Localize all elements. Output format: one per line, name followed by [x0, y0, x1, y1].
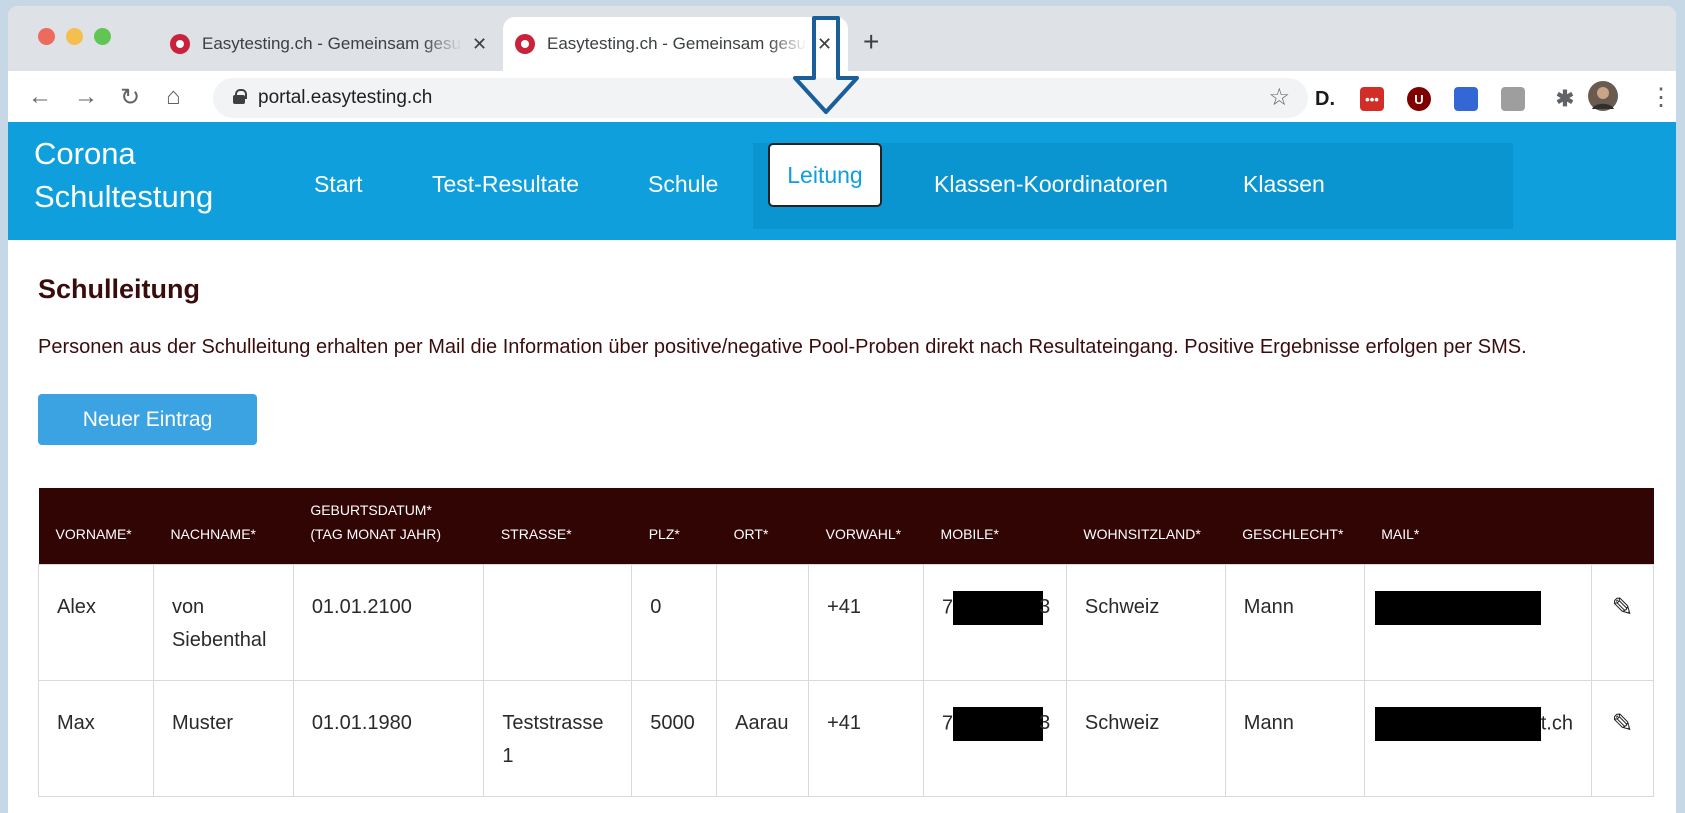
mobile-prefix: 7 — [942, 711, 954, 734]
tab-title: Easytesting.ch - Gemeinsam gesund — [202, 34, 462, 53]
col-wohnsitzland: WOHNSITZLAND* — [1083, 525, 1201, 542]
redaction-block — [953, 590, 1044, 625]
minimize-window-button[interactable] — [66, 28, 83, 45]
nav-leitung-active[interactable]: Leitung — [768, 143, 882, 207]
cell-nachname: von Siebenthal — [152, 563, 294, 681]
tab-title: Easytesting.ch - Gemeinsam gesund — [547, 34, 807, 53]
easytesting-favicon-icon — [170, 34, 190, 54]
brand-line-2: Schultestung — [34, 179, 214, 214]
col-actions — [1591, 488, 1653, 564]
main-content: Schulleitung Personen aus der Schulleitu… — [38, 274, 1658, 797]
lastpass-extension-icon[interactable]: ••• — [1360, 87, 1384, 111]
tab-close-icon[interactable]: ✕ — [472, 34, 487, 55]
bookmark-extension-icon[interactable] — [1454, 87, 1478, 111]
address-bar[interactable]: portal.easytesting.ch ☆ — [213, 78, 1308, 118]
brand-logo-text[interactable]: Corona Schultestung — [34, 132, 213, 218]
cell-vorwahl: +41 — [808, 679, 925, 797]
avatar[interactable] — [1588, 81, 1618, 118]
cell-geschlecht: Mann — [1224, 563, 1365, 681]
cell-geburtsdatum: 01.01.1980 — [292, 679, 485, 797]
cell-vorname: Max — [38, 679, 154, 797]
brand-line-1: Corona — [34, 136, 136, 171]
annotation-arrow-icon — [793, 16, 859, 114]
mail-suffix: t.ch — [1540, 711, 1573, 734]
bookmark-star-icon[interactable]: ☆ — [1268, 83, 1290, 112]
col-geburtsdatum-line1: GEBURTSDATUM* — [310, 501, 432, 518]
ublock-extension-icon[interactable]: U — [1407, 87, 1431, 111]
browser-window: Easytesting.ch - Gemeinsam gesund ✕ Easy… — [8, 6, 1676, 813]
cell-nachname: Muster — [152, 679, 294, 797]
url-text[interactable]: portal.easytesting.ch — [258, 87, 432, 109]
close-window-button[interactable] — [38, 28, 55, 45]
lock-icon — [233, 89, 247, 104]
col-ort: ORT* — [733, 525, 769, 542]
nav-klassen[interactable]: Klassen — [1243, 171, 1325, 198]
table-row: Alex von Siebenthal 01.01.2100 0 +41 73 … — [38, 563, 1655, 681]
cell-plz: 5000 — [631, 679, 718, 797]
col-strasse: STRASSE* — [500, 525, 572, 542]
table-header-row: VORNAME* NACHNAME* GEBURTSDATUM* (TAG MO… — [38, 488, 1654, 564]
new-tab-button[interactable]: + — [863, 26, 879, 58]
page-title: Schulleitung — [38, 274, 200, 304]
home-icon[interactable]: ⌂ — [166, 83, 181, 111]
cell-vorwahl: +41 — [808, 563, 925, 681]
edit-pencil-icon[interactable]: ✎ — [1612, 592, 1634, 622]
easytesting-favicon-icon — [515, 34, 535, 54]
cell-strasse — [483, 563, 633, 681]
cell-geschlecht: Mann — [1224, 679, 1365, 797]
forward-icon[interactable]: → — [74, 83, 98, 111]
redaction-block — [1374, 706, 1541, 741]
puzzle-extension-icon[interactable]: ✱ — [1553, 86, 1577, 111]
cell-land: Schweiz — [1065, 563, 1226, 681]
chrome-menu-icon[interactable]: ⋮ — [1649, 83, 1673, 112]
maximize-window-button[interactable] — [94, 28, 111, 45]
back-icon[interactable]: ← — [28, 83, 52, 111]
nav-klassen-koordinatoren[interactable]: Klassen-Koordinatoren — [934, 171, 1168, 198]
cell-actions: ✎ — [1590, 679, 1655, 797]
cell-mobile: 73 — [923, 563, 1067, 681]
redaction-block — [1374, 590, 1541, 625]
cell-plz: 0 — [631, 563, 718, 681]
new-entry-button[interactable]: Neuer Eintrag — [38, 394, 257, 445]
nav-start[interactable]: Start — [314, 171, 363, 198]
nav-test-resultate[interactable]: Test-Resultate — [432, 171, 579, 198]
col-geschlecht: GESCHLECHT* — [1242, 525, 1344, 542]
col-geburtsdatum-line2: (TAG MONAT JAHR) — [310, 525, 441, 542]
briefcase-extension-icon[interactable] — [1501, 87, 1525, 111]
reload-icon[interactable]: ↻ — [120, 83, 140, 112]
col-mobile: MOBILE* — [940, 525, 999, 542]
col-mail: MAIL* — [1381, 525, 1420, 542]
col-plz: PLZ* — [648, 525, 680, 542]
tab-1[interactable]: Easytesting.ch - Gemeinsam gesund ✕ — [158, 17, 498, 71]
edit-pencil-icon[interactable]: ✎ — [1612, 708, 1634, 738]
cell-mail — [1363, 563, 1592, 681]
cell-geburtsdatum: 01.01.2100 — [292, 563, 485, 681]
cell-actions: ✎ — [1590, 563, 1655, 681]
mobile-suffix: 3 — [1039, 711, 1051, 734]
cell-strasse: Teststrasse 1 — [483, 679, 633, 797]
col-nachname: NACHNAME* — [170, 525, 257, 542]
cell-land: Schweiz — [1065, 679, 1226, 797]
page-description: Personen aus der Schulleitung erhalten p… — [38, 336, 1527, 358]
cell-mobile: 73 — [923, 679, 1067, 797]
cell-vorname: Alex — [38, 563, 154, 681]
table-row: Max Muster 01.01.1980 Teststrasse 1 5000… — [38, 679, 1655, 797]
nav-schule[interactable]: Schule — [648, 171, 718, 198]
col-vorwahl: VORWAHL* — [825, 525, 902, 542]
col-vorname: VORNAME* — [55, 525, 132, 542]
cell-mail: t.ch — [1363, 679, 1592, 797]
cell-ort: Aarau — [716, 679, 810, 797]
col-geburtsdatum: GEBURTSDATUM* (TAG MONAT JAHR) — [293, 488, 484, 564]
d-extension-icon[interactable]: D. — [1313, 87, 1337, 111]
cell-ort — [716, 563, 810, 681]
mobile-suffix: 3 — [1039, 595, 1051, 618]
schulleitung-table: VORNAME* NACHNAME* GEBURTSDATUM* (TAG MO… — [38, 488, 1655, 797]
redaction-block — [953, 706, 1044, 741]
mobile-prefix: 7 — [942, 595, 954, 618]
